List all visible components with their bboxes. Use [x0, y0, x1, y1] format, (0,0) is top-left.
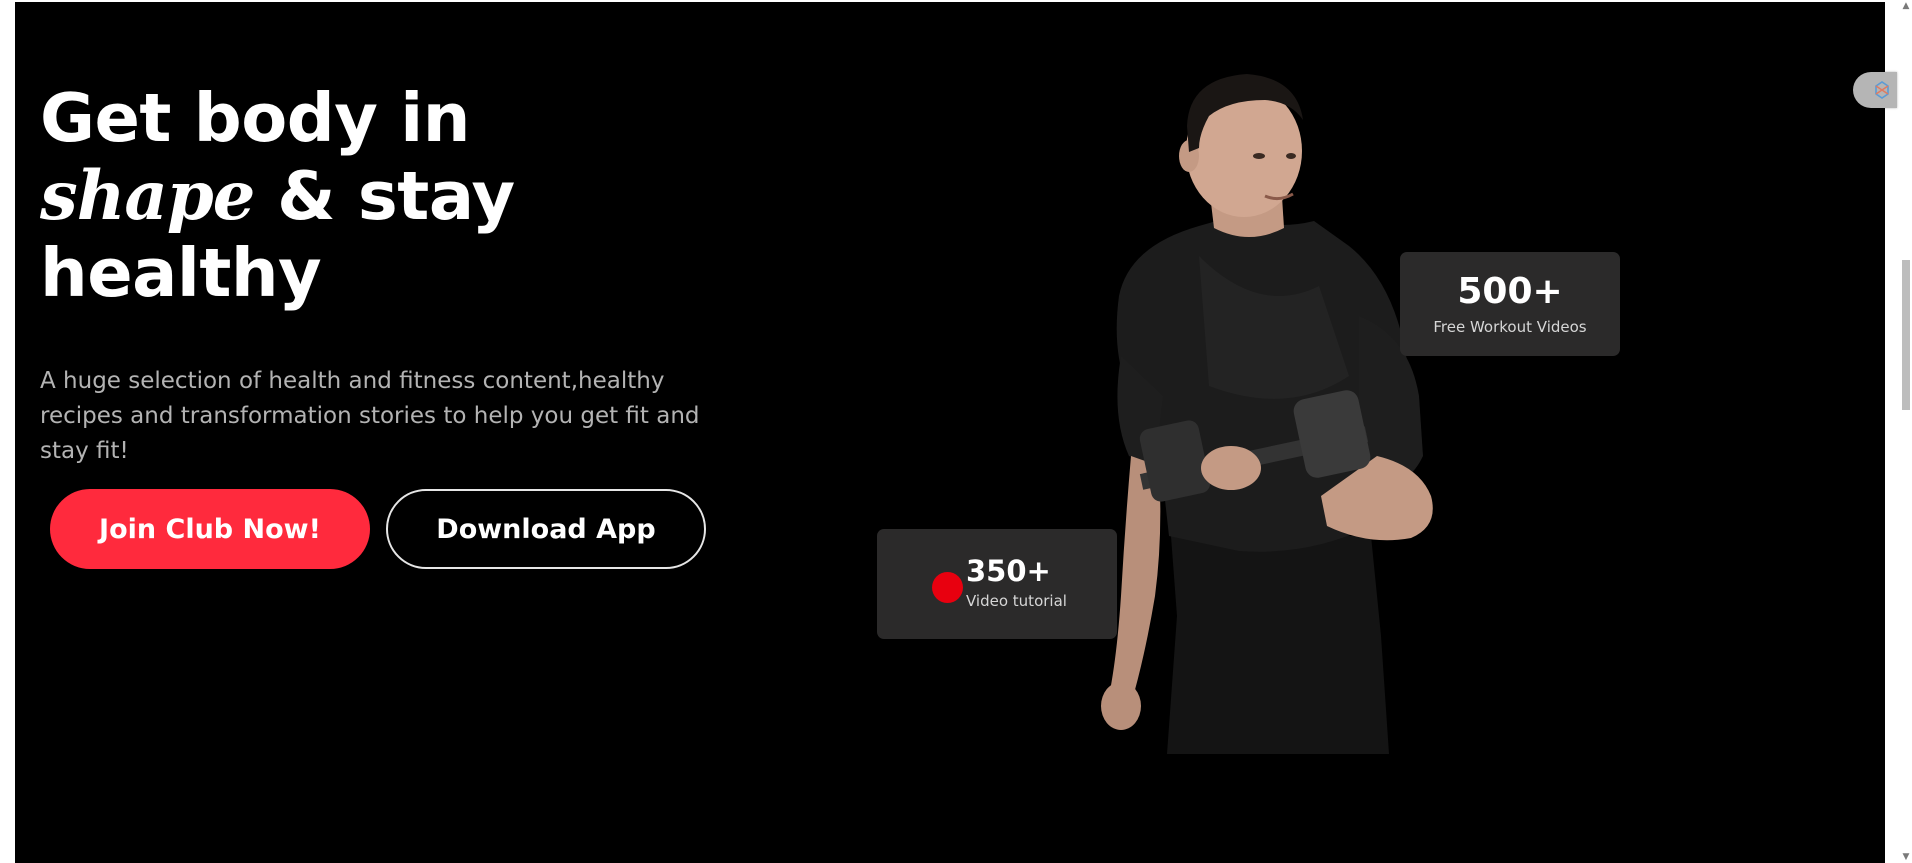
scrollbar-thumb[interactable]: [1902, 260, 1910, 410]
hero-title-emphasis: shape: [40, 156, 255, 235]
hero-title-line3: healthy: [40, 234, 322, 312]
video-tutorial-label: Video tutorial: [966, 592, 1067, 610]
hero-description: A huge selection of health and fitness c…: [40, 368, 700, 464]
video-tutorial-count: 350+: [966, 554, 1051, 588]
workout-videos-card: 500+ Free Workout Videos: [1400, 252, 1620, 356]
hero-title-line2: & stay: [254, 157, 515, 235]
extension-widget[interactable]: [1853, 72, 1897, 108]
red-dot-icon: [932, 572, 963, 603]
hero-title: Get body in shape & stay healthy: [40, 80, 515, 312]
workout-videos-count: 500+: [1457, 271, 1563, 312]
scroll-down-arrow-icon[interactable]: ▼: [1900, 851, 1912, 863]
extension-icon: [1875, 81, 1889, 99]
man-with-dumbbell-image: [1101, 74, 1433, 754]
join-club-button[interactable]: Join Club Now!: [50, 489, 370, 569]
hero-section: Get body in shape & stay healthy A huge se…: [15, 2, 1885, 863]
scroll-up-arrow-icon[interactable]: ▲: [1900, 0, 1912, 12]
page-scrollbar[interactable]: ▲ ▼: [1900, 0, 1912, 863]
workout-videos-label: Free Workout Videos: [1433, 318, 1587, 336]
hero-title-line1: Get body in: [40, 79, 470, 157]
download-app-button[interactable]: Download App: [386, 489, 706, 569]
video-tutorial-card: 350+ Video tutorial: [877, 529, 1117, 639]
